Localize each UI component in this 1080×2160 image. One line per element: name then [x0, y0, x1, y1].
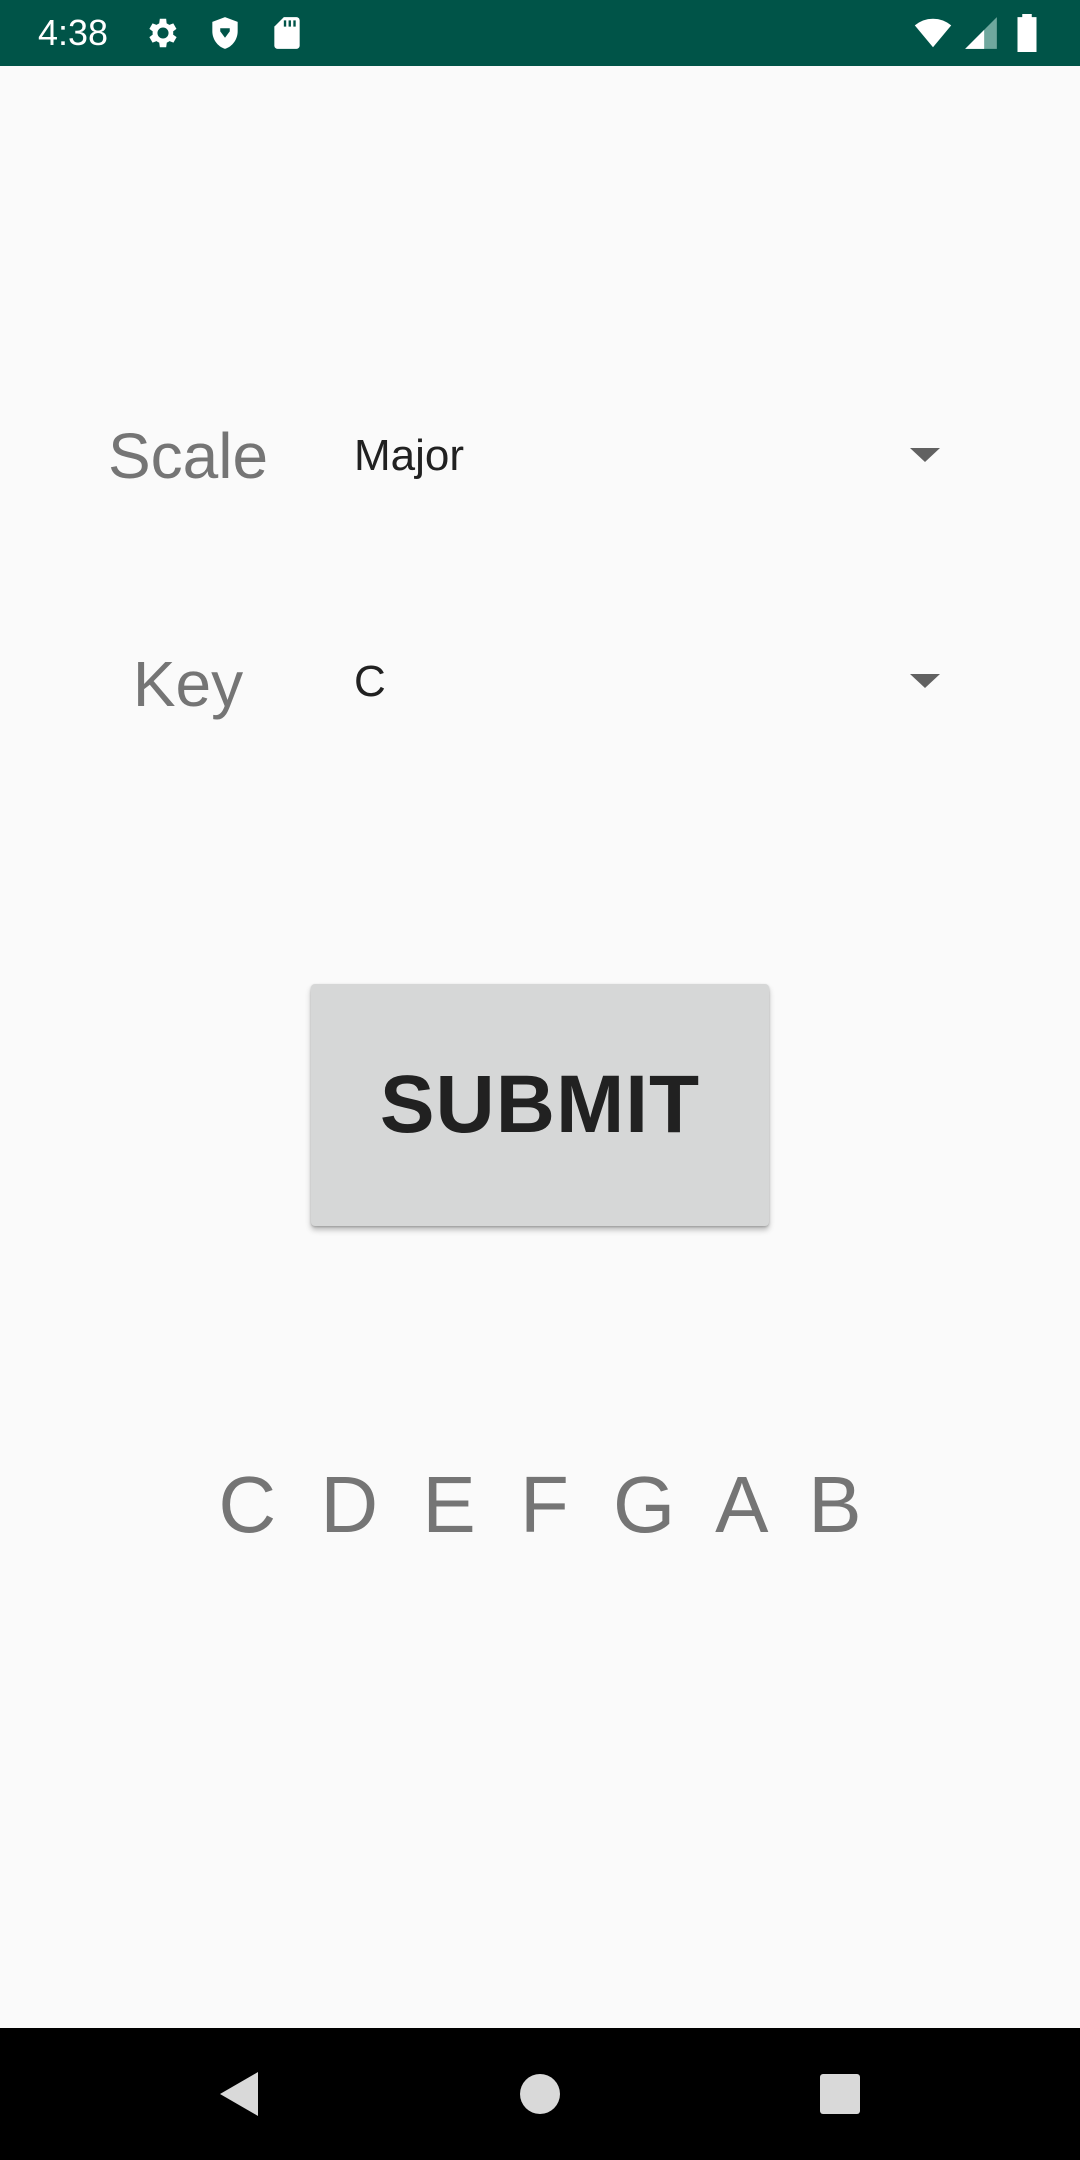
dropdown-arrow-icon: [910, 440, 940, 470]
scale-selected-value: Major: [354, 431, 465, 480]
cell-signal-icon: [962, 14, 1000, 52]
settings-gear-icon: [144, 14, 182, 52]
submit-button[interactable]: SUBMIT: [311, 984, 769, 1226]
home-icon[interactable]: [510, 2064, 570, 2124]
dropdown-arrow-icon: [910, 666, 940, 696]
key-selected-value: C: [354, 657, 386, 706]
app-screen: 4:38 Scale Major Key C SUBMIT C D E F G …: [0, 0, 1080, 2160]
sd-card-icon: [268, 14, 306, 52]
key-spinner[interactable]: C: [340, 622, 960, 742]
scale-spinner[interactable]: Major: [340, 396, 960, 516]
battery-icon: [1012, 14, 1042, 52]
status-time: 4:38: [38, 12, 109, 53]
status-bar: 4:38: [0, 0, 1080, 66]
scale-label: Scale: [107, 420, 269, 492]
shield-icon: [206, 14, 244, 52]
key-label: Key: [132, 648, 244, 720]
scale-notes-output: C D E F G A B: [218, 1460, 862, 1549]
back-icon[interactable]: [210, 2064, 270, 2124]
recents-icon[interactable]: [810, 2064, 870, 2124]
submit-button-label: SUBMIT: [379, 1059, 701, 1150]
wifi-icon: [910, 14, 956, 52]
navigation-bar: [0, 2028, 1080, 2160]
